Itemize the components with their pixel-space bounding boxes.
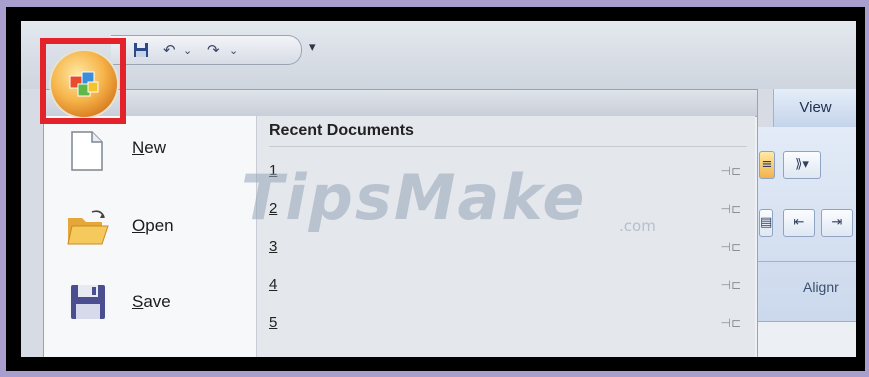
recent-doc-number: 5 [269, 314, 278, 331]
highlight-button[interactable]: ≡ [759, 151, 775, 179]
pin-icon[interactable]: ⊣⊏ [720, 316, 741, 330]
new-document-icon [71, 131, 103, 171]
new-label: New [132, 138, 167, 157]
recent-doc-5[interactable]: 5 ⊣⊏ [269, 312, 747, 338]
redo-dropdown-icon[interactable]: ⌄ [229, 44, 238, 57]
open-label: Open [132, 216, 174, 235]
ruler [756, 321, 856, 357]
recent-documents-title: Recent Documents [269, 122, 414, 139]
pin-icon[interactable]: ⊣⊏ [720, 164, 741, 178]
save-label: Save [132, 292, 171, 311]
ribbon-divider [756, 261, 856, 262]
align-justify-button[interactable]: ▤ [759, 209, 773, 237]
increase-indent-button[interactable]: ⇥ [821, 209, 853, 237]
new-command[interactable]: New [44, 116, 256, 192]
office-menu-commands: New Open Save [44, 116, 256, 357]
screenshot-frame: ↶ ⌄ ↷ ⌄ ▾ View ≡ ⟫▾ ▤ ⇤ ⇥ Alignr New Ope… [6, 7, 865, 371]
decrease-indent-button[interactable]: ⇤ [783, 209, 815, 237]
save-icon[interactable] [133, 42, 149, 58]
save-command[interactable]: Save [44, 268, 256, 344]
folder-open-icon [67, 210, 109, 245]
redo-icon[interactable]: ↷ [207, 41, 220, 59]
quick-access-toolbar: ↶ ⌄ ↷ ⌄ [111, 35, 302, 65]
recent-doc-number: 4 [269, 276, 278, 293]
quick-access-strip: ↶ ⌄ ↷ ⌄ ▾ [21, 21, 856, 89]
pin-icon[interactable]: ⊣⊏ [720, 278, 741, 292]
watermark: TipsMake [241, 161, 587, 234]
tab-view[interactable]: View [773, 89, 856, 127]
open-command[interactable]: Open [44, 192, 256, 268]
pin-icon[interactable]: ⊣⊏ [720, 202, 741, 216]
ribbon-group-label: Alignr [803, 279, 839, 295]
customize-toolbar-icon[interactable]: ▾ [309, 40, 316, 55]
floppy-save-icon [71, 285, 105, 319]
recent-separator [269, 146, 747, 147]
recent-doc-4[interactable]: 4 ⊣⊏ [269, 274, 747, 300]
recent-documents-panel: Recent Documents 1 ⊣⊏ 2 ⊣⊏ 3 ⊣⊏ 4 ⊣⊏ 5 ⊣… [256, 116, 755, 357]
undo-icon[interactable]: ↶ [163, 41, 176, 59]
word-window: ↶ ⌄ ↷ ⌄ ▾ View ≡ ⟫▾ ▤ ⇤ ⇥ Alignr New Ope… [21, 21, 856, 357]
recent-doc-3[interactable]: 3 ⊣⊏ [269, 236, 747, 262]
paragraph-options-button[interactable]: ⟫▾ [783, 151, 821, 179]
undo-dropdown-icon[interactable]: ⌄ [183, 44, 192, 57]
pin-icon[interactable]: ⊣⊏ [720, 240, 741, 254]
office-menu-header [44, 90, 757, 117]
recent-doc-number: 3 [269, 238, 278, 255]
watermark-suffix: .com [619, 217, 656, 235]
highlight-box [40, 38, 126, 124]
